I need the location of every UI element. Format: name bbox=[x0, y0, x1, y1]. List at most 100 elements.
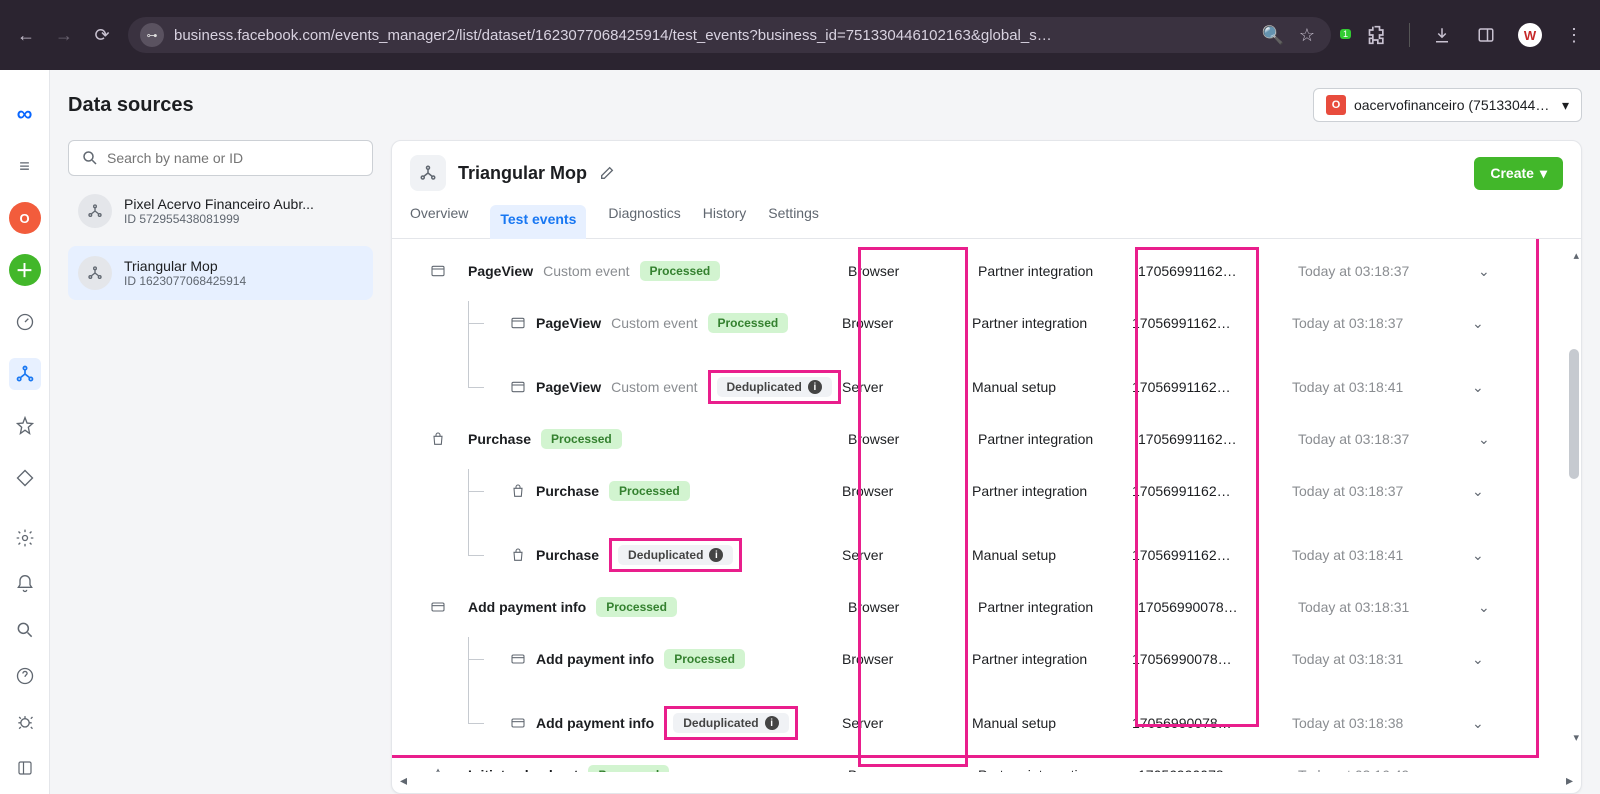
expand-chevron-icon[interactable]: ⌄ bbox=[1472, 547, 1502, 564]
tab-overview[interactable]: Overview bbox=[410, 205, 468, 238]
search-icon[interactable]: 🔍 bbox=[1261, 23, 1285, 47]
event-row[interactable]: PageViewCustom eventProcessed Browser Pa… bbox=[402, 251, 1571, 291]
page-title: Data sources bbox=[68, 94, 194, 117]
expand-chevron-icon[interactable]: ⌄ bbox=[1478, 599, 1508, 616]
gear-icon[interactable] bbox=[9, 522, 41, 554]
event-row[interactable]: PageViewCustom eventProcessed Browser Pa… bbox=[402, 291, 1571, 355]
extensions-icon[interactable] bbox=[1365, 23, 1389, 47]
bookmark-icon[interactable]: ☆ bbox=[1295, 23, 1319, 47]
bell-icon[interactable] bbox=[9, 568, 41, 600]
meta-logo-icon[interactable]: ∞ bbox=[9, 98, 41, 130]
expand-chevron-icon[interactable]: ⌄ bbox=[1478, 431, 1508, 448]
data-sources-icon[interactable] bbox=[9, 358, 41, 390]
tab-history[interactable]: History bbox=[703, 205, 747, 238]
status-badge-processed: Processed bbox=[609, 481, 690, 501]
help-icon[interactable] bbox=[9, 660, 41, 692]
star-icon[interactable] bbox=[9, 410, 41, 442]
event-row[interactable]: PageViewCustom eventDeduplicated i Serve… bbox=[402, 355, 1571, 419]
info-icon: i bbox=[808, 380, 822, 394]
scroll-up-icon[interactable]: ▴ bbox=[1573, 249, 1579, 262]
menu-icon[interactable]: ≡ bbox=[9, 150, 41, 182]
gauge-icon[interactable] bbox=[9, 306, 41, 338]
event-setup: Partner integration bbox=[978, 767, 1138, 772]
create-button[interactable]: Create ▾ bbox=[1474, 157, 1563, 190]
event-source: Server bbox=[842, 547, 972, 563]
menu-dots-icon[interactable]: ⋮ bbox=[1562, 23, 1586, 47]
tab-settings[interactable]: Settings bbox=[768, 205, 819, 238]
expand-chevron-icon[interactable]: ⌄ bbox=[1472, 315, 1502, 332]
event-source: Server bbox=[842, 379, 972, 395]
dataset-name: Triangular Mop bbox=[124, 258, 363, 274]
site-info-icon[interactable]: ⊶ bbox=[140, 23, 164, 47]
event-id: 17056990078… bbox=[1132, 651, 1292, 667]
event-source: Browser bbox=[848, 431, 978, 447]
status-badge-processed: Processed bbox=[588, 765, 669, 772]
url-bar[interactable]: ⊶ business.facebook.com/events_manager2/… bbox=[128, 17, 1331, 53]
forward-icon[interactable]: → bbox=[52, 23, 76, 47]
browser-chrome: ← → ⟳ ⊶ business.facebook.com/events_man… bbox=[0, 0, 1600, 70]
event-row[interactable]: Add payment infoProcessed Browser Partne… bbox=[402, 627, 1571, 691]
sidebar-item-dataset[interactable]: Pixel Acervo Financeiro Aubr... ID 57295… bbox=[68, 184, 373, 238]
account-selector[interactable]: O oacervofinanceiro (75133044610… ▾ bbox=[1313, 88, 1582, 122]
download-icon[interactable] bbox=[1430, 23, 1454, 47]
search-input[interactable] bbox=[68, 140, 373, 176]
search-field[interactable] bbox=[107, 150, 360, 166]
tab-test-events[interactable]: Test events bbox=[490, 205, 586, 239]
org-avatar[interactable]: O bbox=[9, 202, 41, 234]
scroll-left-icon[interactable]: ◂ bbox=[400, 772, 407, 789]
edit-icon[interactable] bbox=[599, 165, 615, 181]
chevron-down-icon: ▾ bbox=[1562, 97, 1569, 114]
event-row[interactable]: PurchaseProcessed Browser Partner integr… bbox=[402, 459, 1571, 523]
sidepanel-icon[interactable] bbox=[1474, 23, 1498, 47]
event-row[interactable]: PurchaseDeduplicated i Server Manual set… bbox=[402, 523, 1571, 587]
event-row[interactable]: Initiate checkoutProcessed Browser Partn… bbox=[402, 755, 1571, 772]
expand-chevron-icon[interactable]: ⌄ bbox=[1472, 483, 1502, 500]
expand-chevron-icon[interactable]: ⌄ bbox=[1478, 263, 1508, 280]
sidebar-item-dataset[interactable]: Triangular Mop ID 1623077068425914 bbox=[68, 246, 373, 300]
event-time: Today at 03:18:37 bbox=[1292, 483, 1472, 499]
event-name: PageView bbox=[536, 379, 601, 395]
event-row[interactable]: PurchaseProcessed Browser Partner integr… bbox=[402, 419, 1571, 459]
status-badge-processed: Processed bbox=[664, 649, 745, 669]
event-id: 17056991162… bbox=[1138, 431, 1298, 447]
scroll-right-icon[interactable]: ▸ bbox=[1566, 772, 1573, 789]
diamond-icon[interactable] bbox=[9, 462, 41, 494]
horizontal-scrollbar[interactable]: ◂ ▸ bbox=[392, 772, 1581, 793]
profile-avatar-icon[interactable]: W bbox=[1518, 23, 1542, 47]
scroll-down-icon[interactable]: ▾ bbox=[1573, 731, 1579, 744]
event-source: Browser bbox=[842, 483, 972, 499]
event-time: Today at 03:18:37 bbox=[1298, 263, 1478, 279]
event-row[interactable]: Add payment infoProcessed Browser Partne… bbox=[402, 587, 1571, 627]
event-row[interactable]: Add payment infoDeduplicated i Server Ma… bbox=[402, 691, 1571, 755]
event-setup: Manual setup bbox=[972, 547, 1132, 563]
card-icon bbox=[408, 599, 468, 615]
expand-chevron-icon[interactable]: ⌄ bbox=[1478, 767, 1508, 773]
event-name: Purchase bbox=[536, 547, 599, 563]
search-icon bbox=[81, 149, 99, 167]
bag-icon bbox=[510, 483, 526, 499]
basket-icon bbox=[408, 767, 468, 772]
status-badge-processed: Processed bbox=[708, 313, 789, 333]
scrollbar-thumb[interactable] bbox=[1569, 349, 1579, 479]
collapse-icon[interactable] bbox=[9, 752, 41, 784]
expand-chevron-icon[interactable]: ⌄ bbox=[1472, 379, 1502, 396]
event-name: Add payment info bbox=[536, 715, 654, 731]
event-time: Today at 03:18:31 bbox=[1298, 599, 1478, 615]
bug-icon[interactable] bbox=[9, 706, 41, 738]
event-id: 17056991162… bbox=[1132, 483, 1292, 499]
add-icon[interactable]: ＋ bbox=[9, 254, 41, 286]
info-icon: i bbox=[709, 548, 723, 562]
expand-chevron-icon[interactable]: ⌄ bbox=[1472, 715, 1502, 732]
event-time: Today at 03:18:31 bbox=[1292, 651, 1472, 667]
card-icon bbox=[510, 651, 526, 667]
main-panel: Triangular Mop Create ▾ OverviewTest eve… bbox=[391, 140, 1582, 794]
search-rail-icon[interactable] bbox=[9, 614, 41, 646]
tab-diagnostics[interactable]: Diagnostics bbox=[608, 205, 680, 238]
dataset-name: Pixel Acervo Financeiro Aubr... bbox=[124, 196, 363, 212]
event-id: 17056991162… bbox=[1132, 379, 1292, 395]
event-source: Browser bbox=[848, 767, 978, 772]
expand-chevron-icon[interactable]: ⌄ bbox=[1472, 651, 1502, 668]
reload-icon[interactable]: ⟳ bbox=[90, 23, 114, 47]
back-icon[interactable]: ← bbox=[14, 23, 38, 47]
event-time: Today at 03:18:38 bbox=[1292, 715, 1472, 731]
